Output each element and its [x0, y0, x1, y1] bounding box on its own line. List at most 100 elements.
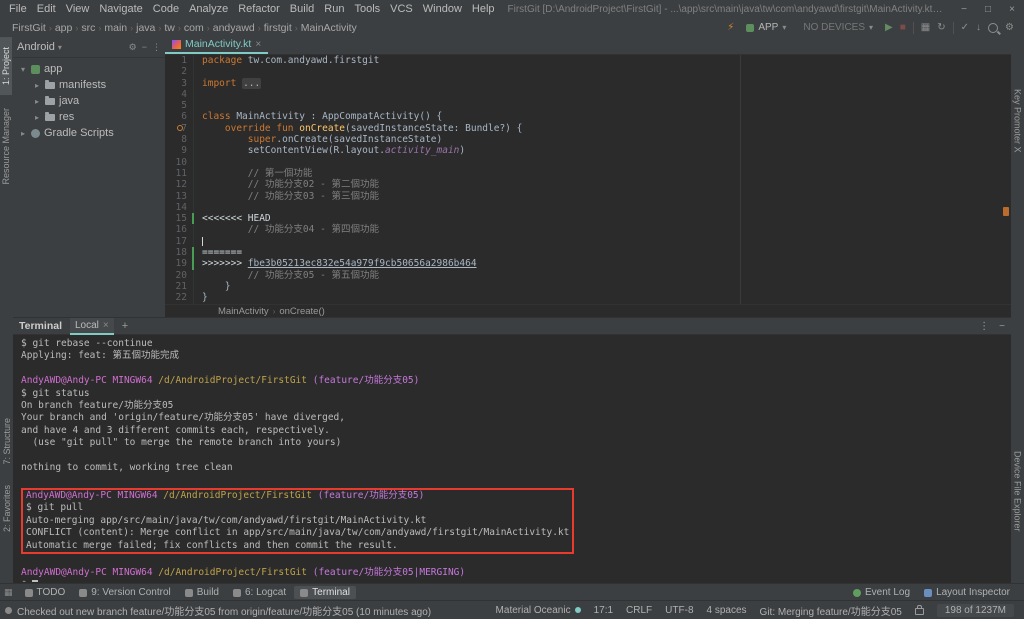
chevron-right-icon[interactable]: ▸ — [33, 97, 41, 106]
run-icon[interactable]: ▶ — [885, 19, 893, 36]
code-line-4[interactable]: 4 — [165, 88, 1011, 101]
breadcrumb-mainactivity[interactable]: MainActivity — [299, 22, 359, 34]
chevron-right-icon[interactable]: ▸ — [19, 129, 27, 138]
tool-window-button-build[interactable]: Build — [179, 586, 225, 599]
settings-icon[interactable]: ⚙ — [1005, 19, 1014, 36]
collapse-all-icon[interactable]: − — [142, 42, 147, 53]
breadcrumb-andyawd[interactable]: andyawd — [211, 22, 257, 34]
gradle-sync-icon[interactable]: ↻ — [937, 19, 945, 36]
tree-item-manifests[interactable]: ▸ manifests — [13, 77, 165, 93]
terminal-tab-close-icon[interactable]: × — [103, 320, 109, 331]
breadcrumb-src[interactable]: src — [79, 22, 97, 34]
line-number[interactable]: 12 — [165, 179, 194, 191]
tree-item-app[interactable]: ▾ app — [13, 61, 165, 77]
line-number[interactable]: 10 — [165, 156, 194, 168]
code-line-1[interactable]: 1 package tw.com.andyawd.firstgit — [165, 55, 1011, 67]
breadcrumb-tw[interactable]: tw — [162, 22, 177, 34]
status-widget-git-branch-widget[interactable]: Git: Merging feature/功能分支05 — [760, 603, 902, 618]
line-number[interactable]: 2 — [165, 66, 194, 78]
status-widget-line-separator[interactable]: CRLF — [626, 605, 652, 616]
avd-manager-icon[interactable]: ▦ — [921, 19, 930, 36]
status-widget-file-encoding[interactable]: UTF-8 — [665, 605, 693, 616]
editor-tab-mainactivity[interactable]: MainActivity.kt × — [165, 36, 269, 54]
menu-view[interactable]: View — [61, 3, 95, 15]
project-view-selector[interactable]: Android — [17, 41, 55, 53]
line-number[interactable]: 6 — [165, 111, 194, 123]
code-line-16[interactable]: 16 // 功能分支04 - 第四個功能 — [165, 224, 1011, 236]
menu-file[interactable]: File — [4, 3, 32, 15]
commit-icon[interactable]: ✓ — [961, 19, 969, 36]
menu-build[interactable]: Build — [285, 3, 319, 15]
code-line-7[interactable]: 7 override fun onCreate(savedInstanceSta… — [165, 122, 1011, 135]
code-line-11[interactable]: 11 // 第一個功能 — [165, 167, 1011, 180]
code-line-3[interactable]: 3 import ... — [165, 77, 1011, 89]
tree-item-res[interactable]: ▸ res — [13, 109, 165, 125]
line-number[interactable]: 15 — [165, 213, 194, 225]
update-project-icon[interactable]: ↓ — [976, 19, 981, 36]
tool-window-button-logcat[interactable]: 6: Logcat — [227, 586, 292, 599]
tab-close-icon[interactable]: × — [255, 39, 261, 50]
close-button[interactable]: × — [1000, 4, 1024, 15]
line-number[interactable]: 21 — [165, 280, 194, 293]
code-line-22[interactable]: 22} — [165, 292, 1011, 304]
code-line-5[interactable]: 5 — [165, 100, 1011, 112]
code-line-15[interactable]: 15 <<<<<<< HEAD — [165, 213, 1011, 225]
line-number[interactable]: 17 — [165, 235, 194, 248]
status-widget-caret-position[interactable]: 17:1 — [594, 605, 613, 616]
tool-button-project[interactable]: 1: Project — [0, 37, 12, 96]
line-number[interactable]: 20 — [165, 269, 194, 281]
menu-analyze[interactable]: Analyze — [184, 3, 233, 15]
minimize-button[interactable]: − — [952, 4, 976, 15]
terminal-tab-local[interactable]: Local × — [69, 317, 114, 335]
tool-windows-toggle-icon[interactable]: ▦ — [4, 587, 13, 598]
breadcrumb-firstgit[interactable]: FirstGit — [10, 22, 48, 34]
override-icon[interactable] — [177, 124, 183, 131]
hide-panel-icon[interactable]: ⋮ — [152, 42, 161, 53]
chevron-right-icon[interactable]: ▸ — [33, 81, 41, 90]
menu-tools[interactable]: Tools — [349, 3, 385, 15]
line-number[interactable]: 3 — [165, 77, 194, 89]
code-line-14[interactable]: 14 — [165, 201, 1011, 214]
minimize-panel-icon[interactable]: − — [999, 321, 1005, 332]
menu-edit[interactable]: Edit — [32, 3, 61, 15]
maximize-button[interactable]: □ — [976, 4, 1000, 15]
apply-changes-icon[interactable]: ⚡ — [727, 19, 734, 36]
line-number[interactable]: 9 — [165, 145, 194, 157]
run-configuration-select[interactable]: APP ▾ — [741, 21, 791, 34]
menu-window[interactable]: Window — [418, 3, 467, 15]
tool-window-button-layout-inspector[interactable]: Layout Inspector — [918, 586, 1016, 599]
code-line-21[interactable]: 21 } — [165, 280, 1011, 293]
menu-navigate[interactable]: Navigate — [94, 3, 147, 15]
settings-gear-icon[interactable]: ⚙ — [129, 42, 137, 53]
chevron-right-icon[interactable]: ▸ — [33, 113, 41, 122]
editor-breadcrumb-oncreate[interactable]: onCreate() — [279, 306, 324, 317]
line-number[interactable]: 7 — [165, 122, 194, 135]
menu-code[interactable]: Code — [148, 3, 184, 15]
line-number[interactable]: 14 — [165, 201, 194, 214]
line-number[interactable]: 19 — [165, 258, 194, 270]
code-line-8[interactable]: 8 super.onCreate(savedInstanceState) — [165, 134, 1011, 146]
menu-vcs[interactable]: VCS — [385, 3, 418, 15]
code-line-10[interactable]: 10 — [165, 156, 1011, 168]
status-widget-readonly-lock[interactable] — [914, 605, 924, 615]
line-number[interactable]: 13 — [165, 190, 194, 202]
tool-window-button-event-log[interactable]: Event Log — [847, 586, 916, 599]
line-number[interactable]: 1 — [165, 55, 194, 67]
tool-window-button-version-control[interactable]: 9: Version Control — [73, 586, 177, 599]
tool-button-favorites[interactable]: 2: Favorites — [1, 475, 13, 542]
line-number[interactable]: 4 — [165, 88, 194, 101]
code-line-13[interactable]: 13 // 功能分支03 - 第三個功能 — [165, 190, 1011, 202]
more-options-icon[interactable]: ⋮ — [979, 321, 989, 332]
tree-item-java[interactable]: ▸ java — [13, 93, 165, 109]
status-widget-indent-style[interactable]: 4 spaces — [707, 605, 747, 616]
line-number[interactable]: 11 — [165, 167, 194, 180]
menu-run[interactable]: Run — [319, 3, 349, 15]
breadcrumb-app[interactable]: app — [53, 22, 75, 34]
breadcrumb-main[interactable]: main — [102, 22, 129, 34]
tool-button-key-promoter-x[interactable]: Key Promoter X — [1012, 79, 1024, 163]
line-number[interactable]: 22 — [165, 292, 194, 304]
tool-window-button-terminal[interactable]: Terminal — [294, 586, 356, 599]
tree-item-gradle-scripts[interactable]: ▸ Gradle Scripts — [13, 125, 165, 141]
status-message[interactable]: Checked out new branch feature/功能分支05 fr… — [17, 603, 431, 618]
code-line-20[interactable]: 20 // 功能分支05 - 第五個功能 — [165, 269, 1011, 281]
